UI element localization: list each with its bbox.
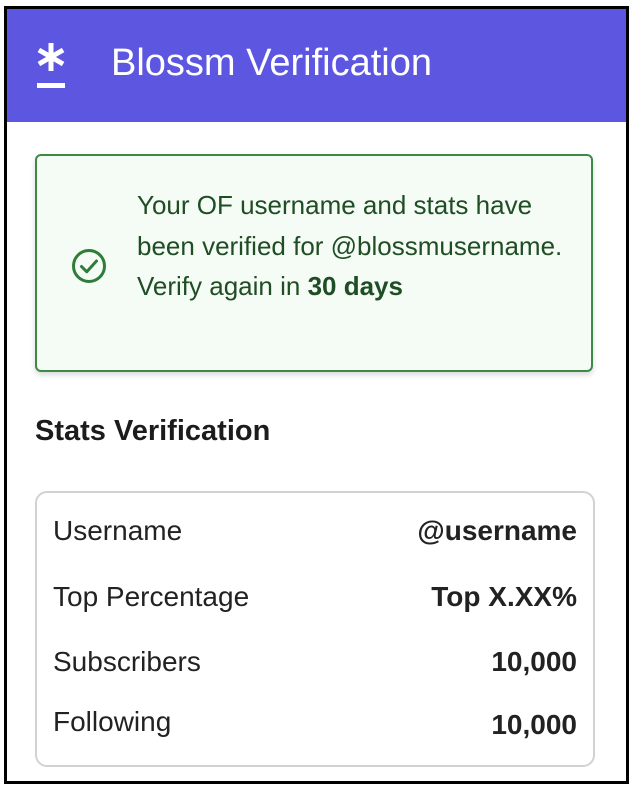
- stats-row-top-percentage: Top Percentage Top X.XX%: [53, 577, 577, 617]
- check-circle-icon: [72, 249, 106, 283]
- stats-label: Subscribers: [53, 646, 201, 677]
- verification-days: 30 days: [307, 271, 403, 301]
- stats-value: 10,000: [491, 709, 577, 740]
- verification-message: Your OF username and stats have been ver…: [137, 185, 577, 307]
- stats-label: Following: [53, 706, 172, 737]
- stats-label: Top Percentage: [53, 581, 250, 612]
- app-header: Blossm Verification: [7, 9, 626, 122]
- app-title: Blossm Verification: [111, 42, 433, 84]
- stats-row-subscribers: Subscribers 10,000: [53, 642, 577, 682]
- app-frame: Blossm Verification Your OF username and…: [4, 6, 629, 784]
- stats-section-title: Stats Verification: [35, 415, 271, 447]
- stats-row-following: Following 10,000: [53, 705, 577, 745]
- stats-card: Username @username Top Percentage Top X.…: [35, 491, 595, 767]
- stats-value: 10,000: [491, 646, 577, 677]
- stats-value: Top X.XX%: [431, 581, 577, 612]
- stats-row-username: Username @username: [53, 511, 577, 551]
- stats-label: Username: [53, 515, 183, 546]
- asterisk-logo-icon: [37, 43, 65, 88]
- stats-value: @username: [417, 515, 577, 546]
- verification-success-banner: Your OF username and stats have been ver…: [35, 154, 593, 372]
